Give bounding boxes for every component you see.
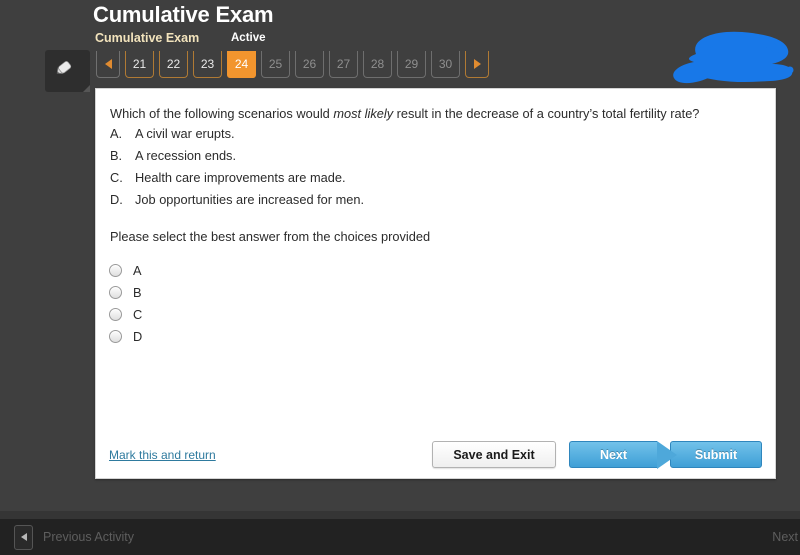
radio-button-b[interactable] [109, 285, 122, 299]
activity-navigation-bar: Previous Activity Next [0, 519, 800, 555]
submit-button[interactable]: Submit [670, 441, 762, 468]
page-title: Cumulative Exam [93, 2, 274, 27]
choice-letter-a: A. [110, 126, 123, 141]
pencil-tool-button[interactable] [45, 50, 90, 92]
pager-item-30[interactable]: 30 [431, 51, 460, 78]
chevron-right-icon [473, 59, 481, 69]
choice-text-a: A civil war erupts. [135, 126, 235, 141]
next-activity-label[interactable]: Next [772, 530, 798, 544]
previous-activity-button[interactable] [14, 524, 33, 550]
question-stem-emphasis: most likely [333, 106, 394, 121]
pencil-icon [56, 61, 71, 74]
radio-button-a[interactable] [109, 263, 122, 277]
choice-text-c: Health care improvements are made. [135, 169, 346, 185]
radio-label-c: C [133, 306, 143, 322]
action-button-row: Save and Exit Next Submit [432, 441, 762, 469]
choice-item-c: C. Health care improvements are made. [110, 169, 364, 187]
bottom-divider [0, 511, 800, 519]
blue-scribble-annotation [673, 31, 794, 84]
pager-item-21[interactable]: 21 [125, 51, 154, 78]
radio-button-d[interactable] [109, 329, 122, 343]
pager-item-26[interactable]: 26 [295, 51, 324, 78]
choice-letter-d: D. [110, 191, 123, 207]
choice-letter-b: B. [110, 147, 123, 163]
left-arrow-icon [20, 533, 27, 541]
radio-option-d[interactable]: D [109, 325, 142, 347]
question-pager: 21 22 23 24 25 26 27 28 29 30 [96, 51, 489, 78]
answer-radio-group: A B C D [109, 259, 142, 347]
chevron-left-icon [104, 59, 112, 69]
radio-label-b: B [133, 284, 142, 300]
mark-and-return-link[interactable]: Mark this and return [109, 448, 216, 462]
pager-item-25[interactable]: 25 [261, 51, 290, 78]
next-button[interactable]: Next [569, 441, 677, 469]
previous-activity-label[interactable]: Previous Activity [43, 530, 134, 544]
radio-label-d: D [133, 328, 143, 344]
pager-item-23[interactable]: 23 [193, 51, 222, 78]
choice-item-d: D. Job opportunities are increased for m… [110, 191, 364, 209]
choice-list: A. A civil war erupts. B. A recession en… [110, 125, 364, 212]
exam-subtitle: Cumulative Exam [95, 31, 200, 45]
pager-prev-button[interactable] [96, 51, 120, 78]
pager-item-29[interactable]: 29 [397, 51, 426, 78]
pager-item-22[interactable]: 22 [159, 51, 188, 78]
radio-label-a: A [133, 262, 142, 278]
status-badge: Active [231, 32, 266, 44]
pager-next-button[interactable] [465, 51, 489, 78]
radio-option-c[interactable]: C [109, 303, 142, 325]
pager-item-24[interactable]: 24 [227, 51, 256, 78]
radio-button-c[interactable] [109, 307, 122, 321]
question-stem-part2: result in the decrease of a country’s to… [393, 106, 700, 121]
pager-item-28[interactable]: 28 [363, 51, 392, 78]
exam-page: Cumulative Exam Cumulative Exam Active 2… [0, 0, 800, 555]
question-panel: Which of the following scenarios would m… [95, 88, 776, 479]
question-stem: Which of the following scenarios would m… [110, 105, 699, 124]
choice-letter-c: C. [110, 169, 123, 185]
choice-item-a: A. A civil war erupts. [110, 125, 364, 143]
choice-item-b: B. A recession ends. [110, 147, 364, 165]
choice-text-d: Job opportunities are increased for men. [135, 191, 365, 207]
question-stem-part1: Which of the following scenarios would [110, 106, 334, 121]
save-and-exit-button[interactable]: Save and Exit [432, 441, 556, 468]
choice-text-b: A recession ends. [135, 147, 237, 163]
answer-instruction: Please select the best answer from the c… [110, 229, 431, 244]
radio-option-a[interactable]: A [109, 259, 142, 281]
radio-option-b[interactable]: B [109, 281, 142, 303]
pager-item-27[interactable]: 27 [329, 51, 358, 78]
